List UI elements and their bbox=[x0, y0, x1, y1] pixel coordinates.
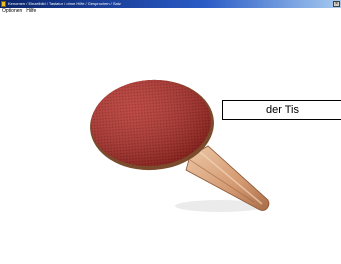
table-tennis-paddle-image bbox=[90, 79, 270, 212]
app-icon bbox=[1, 1, 6, 7]
close-button[interactable]: × bbox=[333, 1, 340, 7]
menu-options[interactable]: Optionen bbox=[0, 8, 24, 15]
menu-bar: Optionen Hilfe bbox=[0, 8, 341, 15]
answer-box[interactable]: der Tis bbox=[222, 100, 341, 120]
title-bar: Kenomen / Einzelbild / Tastatur / ohne H… bbox=[0, 0, 341, 8]
answer-text: der Tis bbox=[265, 104, 299, 116]
window-title: Kenomen / Einzelbild / Tastatur / ohne H… bbox=[8, 1, 121, 6]
menu-help[interactable]: Hilfe bbox=[24, 8, 38, 15]
